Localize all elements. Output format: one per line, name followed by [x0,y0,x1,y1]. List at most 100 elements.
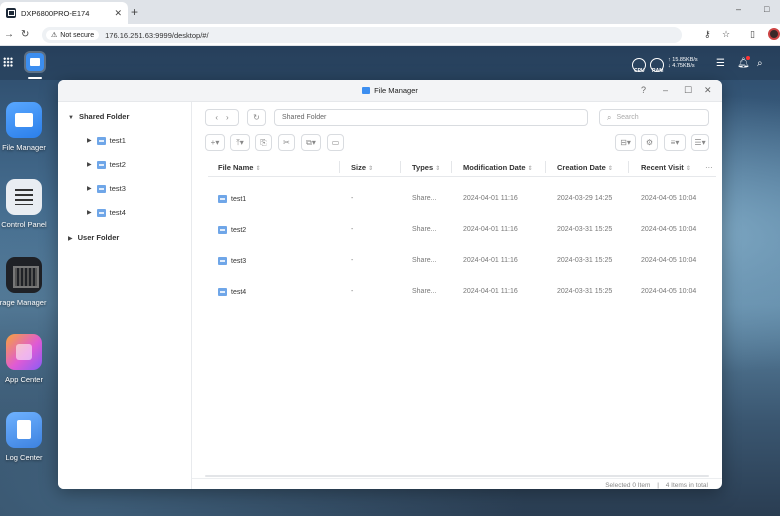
horizontal-scrollbar[interactable] [205,475,709,477]
table-row[interactable]: test4 - Share... 2024-04-01 11:16 2024-0… [208,276,716,307]
tree-item-test3[interactable]: ▶ test3 [87,184,126,193]
help-button[interactable]: ? [641,85,646,95]
sort-dropdown-button[interactable]: ≡▾ [664,134,686,151]
column-divider[interactable] [545,161,546,173]
file-name: test4 [231,288,247,296]
site-favicon-icon [6,8,16,18]
bookmark-star-icon[interactable]: ☆ [722,29,730,40]
task-list-icon[interactable]: ☰ [716,58,725,69]
window-minimize-button[interactable]: – [663,85,668,95]
refresh-button[interactable]: ↻ [247,109,266,126]
visited-cell: 2024-04-05 10:04 [641,195,697,202]
window-titlebar[interactable]: File Manager ? – ☐ ✕ [58,80,722,102]
storage-manager-icon [6,257,42,293]
file-manager-taskbar-icon[interactable] [26,53,44,71]
file-name: test2 [231,226,247,234]
folder-icon [96,184,106,193]
tree-user-folder[interactable]: ▶ User Folder [68,233,119,242]
browser-tab[interactable]: DXP6800PRO-E174 ✕ [0,2,128,24]
profile-avatar[interactable] [768,28,780,40]
settings-button[interactable]: ⚙ [641,134,658,151]
tools-dropdown-button[interactable]: ⊟▾ [615,134,636,151]
col-recent-visit[interactable]: Recent Visit ⇕ [641,163,691,172]
tree-item-label: test3 [109,184,126,193]
collapsed-caret-icon[interactable]: ▶ [68,236,73,242]
window-maximize-button[interactable]: ☐ [684,85,692,96]
omnibox[interactable]: ⚠ Not secure 176.16.251.63:9999/desktop/… [42,27,682,43]
search-input[interactable]: ⌕ Search [599,109,709,126]
upload-icon: ⤒▾ [236,137,244,147]
collapsed-caret-icon[interactable]: ▶ [87,161,92,168]
security-chip[interactable]: ⚠ Not secure [46,30,100,40]
app-grid-icon[interactable] [3,57,13,67]
plus-icon: +▾ [210,138,220,147]
type-cell: Share... [412,195,437,202]
view-list-icon: ☰▾ [694,138,706,147]
collapsed-caret-icon[interactable]: ▶ [87,209,92,216]
column-divider[interactable] [339,161,340,173]
tree-shared-folder[interactable]: ▼ Shared Folder [68,112,129,121]
file-manager-icon [6,102,42,138]
sort-icon: ⇕ [255,166,261,172]
col-size[interactable]: Size ⇕ [351,163,373,172]
size-cell: - [351,288,354,295]
reload-icon[interactable]: ↻ [21,29,29,40]
desktop-icon-storage-manager[interactable]: torage Manager [0,257,48,307]
breadcrumb[interactable]: Shared Folder [274,109,588,126]
table-row[interactable]: test2 - Share... 2024-04-01 11:16 2024-0… [208,214,716,245]
tree-item-label: test2 [109,160,126,169]
upload-dropdown-button[interactable]: ⤒▾ [230,134,250,151]
col-types[interactable]: Types ⇕ [412,163,440,172]
collapsed-caret-icon[interactable]: ▶ [87,185,92,192]
new-tab-button[interactable]: + [131,5,138,19]
column-divider[interactable] [400,161,401,173]
copy-icon: ⎘ [260,137,267,147]
file-name-cell: test4 [218,288,246,296]
share-dropdown-button[interactable]: ⧉▾ [301,134,321,151]
desktop-icon-app-center[interactable]: App Center [0,334,48,384]
desktop-icon-file-manager[interactable]: File Manager [0,102,48,152]
back-icon[interactable]: ‹ [215,113,218,122]
file-name: test3 [231,257,247,265]
delete-button[interactable]: ▭ [327,134,344,151]
cut-button[interactable]: ✂ [278,134,295,151]
file-manager-small-icon [362,87,371,94]
browser-maximize-button[interactable]: □ [764,4,769,14]
file-manager-window: File Manager ? – ☐ ✕ ▼ Shared Folder ▶ tes… [58,80,722,489]
new-dropdown-button[interactable]: +▾ [205,134,225,151]
tree-item-test4[interactable]: ▶ test4 [87,208,126,217]
column-divider[interactable] [628,161,629,173]
url-text[interactable]: 176.16.251.63:9999/desktop/#/ [105,31,208,40]
selected-count: Selected 0 Item [605,482,651,489]
table-row[interactable]: test3 - Share... 2024-04-01 11:16 2024-0… [208,245,716,276]
search-icon[interactable]: ⌕ [757,58,763,69]
tree-item-test2[interactable]: ▶ test2 [87,160,126,169]
forward-icon[interactable]: → [4,29,14,40]
folder-icon [218,195,227,203]
column-more-icon[interactable]: ⋯ [705,163,713,172]
tab-close-icon[interactable]: ✕ [114,8,122,19]
tree-item-test1[interactable]: ▶ test1 [87,136,126,145]
col-modification-date[interactable]: Modification Date ⇕ [463,163,533,172]
password-key-icon[interactable]: ⚷ [704,29,711,40]
window-close-button[interactable]: ✕ [704,85,712,96]
browser-tabbar: DXP6800PRO-E174 ✕ + – □ [0,0,780,24]
forward-nav-icon[interactable]: › [226,113,229,122]
column-label: File Name [218,163,254,172]
side-panel-icon[interactable]: ▯ [750,29,755,40]
copy-button[interactable]: ⎘ [255,134,272,151]
tree-user-folder-label: User Folder [77,233,120,242]
browser-minimize-button[interactable]: – [736,4,741,14]
visited-cell: 2024-04-05 10:04 [641,226,697,233]
table-row[interactable]: test1 - Share... 2024-04-01 11:16 2024-0… [208,183,716,214]
control-panel-icon [6,179,42,215]
expanded-caret-icon[interactable]: ▼ [68,115,74,121]
col-file-name[interactable]: File Name ⇕ [218,163,260,172]
desktop-icon-log-center[interactable]: Log Center [0,412,48,462]
desktop-icon-control-panel[interactable]: Control Panel [0,179,48,229]
collapsed-caret-icon[interactable]: ▶ [87,137,92,144]
file-name-cell: test3 [218,257,246,265]
column-divider[interactable] [451,161,452,173]
col-creation-date[interactable]: Creation Date ⇕ [557,163,613,172]
view-dropdown-button[interactable]: ☰▾ [691,134,709,151]
